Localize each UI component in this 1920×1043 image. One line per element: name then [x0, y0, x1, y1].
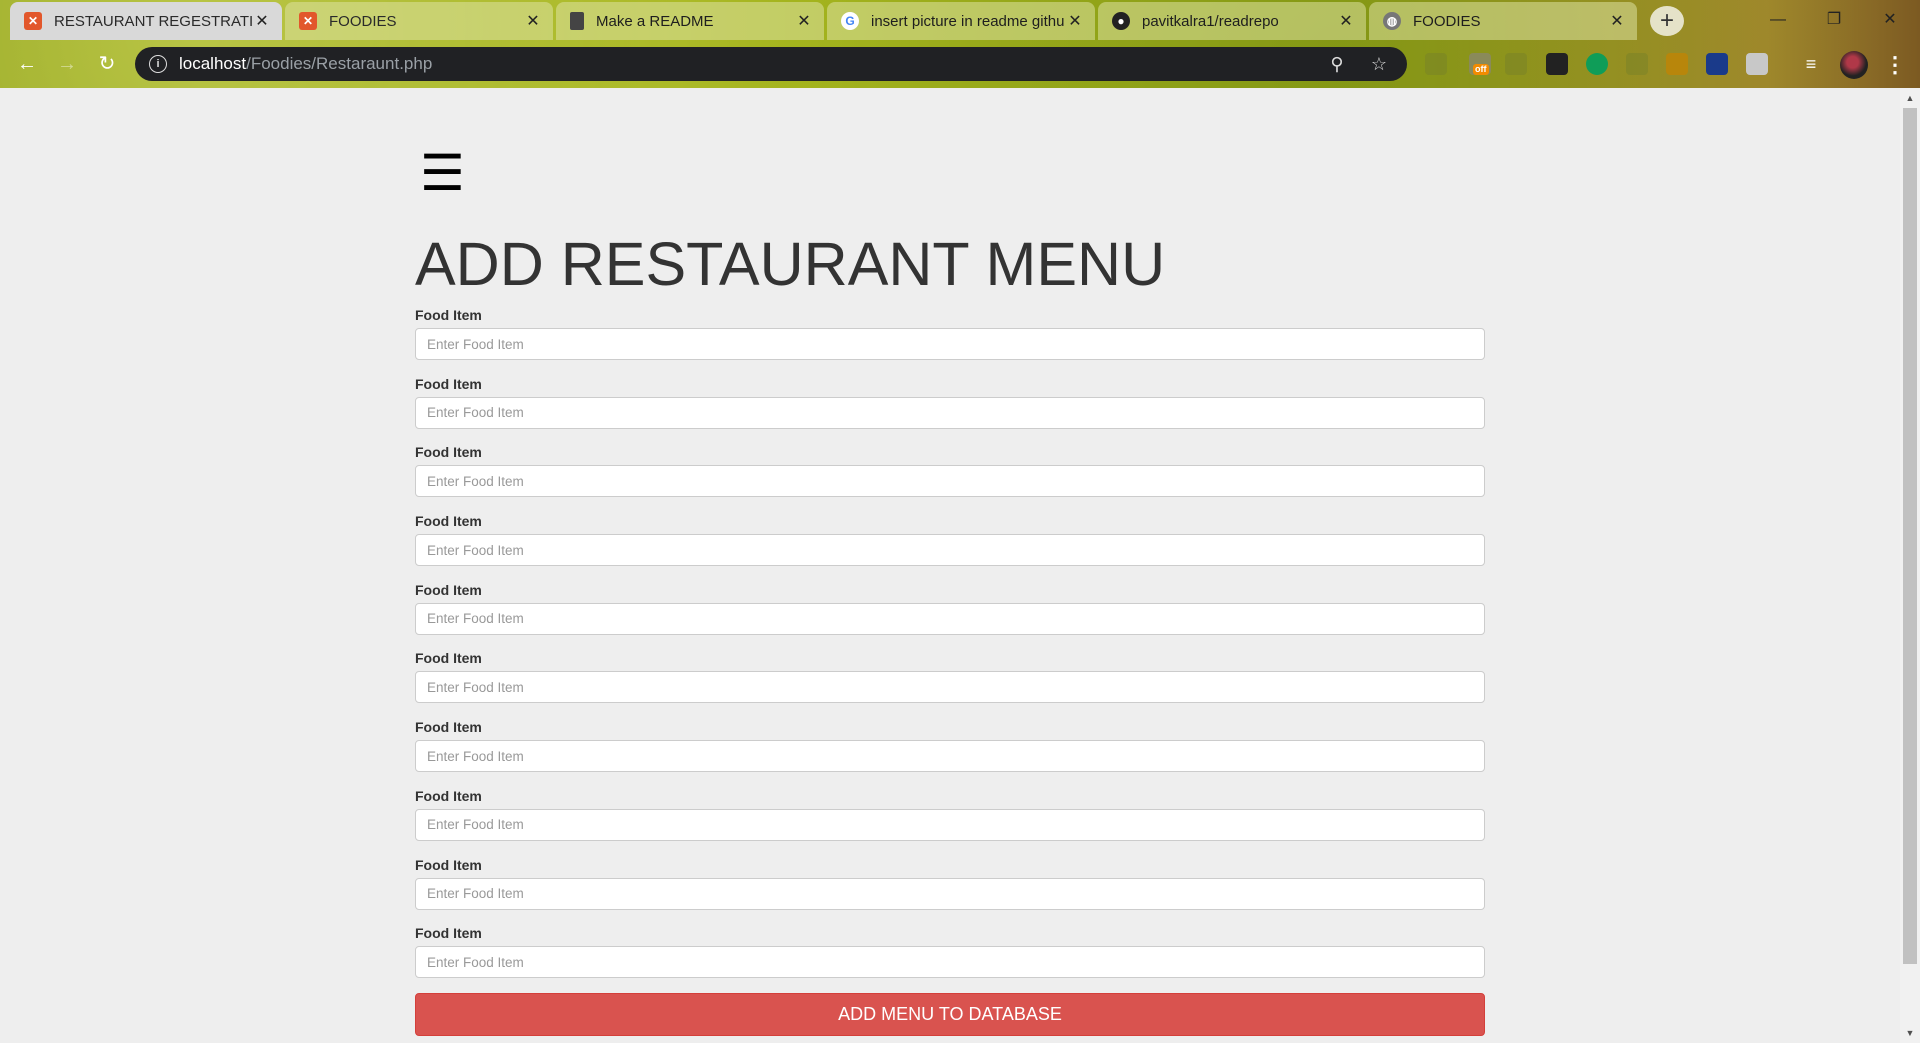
google-icon: G: [841, 12, 859, 30]
tab-insert-picture-readme[interactable]: G insert picture in readme github ✕: [827, 2, 1095, 40]
close-tab-icon[interactable]: ✕: [252, 11, 272, 31]
address-bar[interactable]: i localhost/Foodies/Restaraunt.php ⚲ ☆: [135, 47, 1407, 81]
close-tab-icon[interactable]: ✕: [1336, 11, 1356, 31]
food-item-input[interactable]: [415, 534, 1485, 567]
site-info-icon[interactable]: i: [149, 55, 167, 73]
food-item-label: Food Item: [415, 856, 482, 873]
globe-icon: ◍: [1383, 12, 1401, 30]
extension-icon[interactable]: [1626, 53, 1648, 75]
restore-icon[interactable]: ❐: [1811, 4, 1857, 36]
forward-arrow-icon[interactable]: →: [52, 49, 82, 79]
form-group: Food Item: [415, 922, 1485, 991]
extension-icon[interactable]: [1746, 53, 1768, 75]
tab-restaurant-registration[interactable]: ✕ RESTAURANT REGESTRATION ✕: [10, 2, 282, 40]
close-tab-icon[interactable]: ✕: [1065, 11, 1085, 31]
tab-github-readrepo[interactable]: ● pavitkalra1/readrepo ✕: [1098, 2, 1366, 40]
food-item-input[interactable]: [415, 602, 1485, 635]
github-icon: ●: [1112, 12, 1130, 30]
extension-icon[interactable]: [1425, 53, 1447, 75]
shopping-extension-icon[interactable]: [1586, 53, 1608, 75]
food-item-label: Food Item: [415, 787, 482, 804]
form-group: Food Item: [415, 785, 1485, 854]
extension-icon[interactable]: [1505, 53, 1527, 75]
tab-make-a-readme[interactable]: Make a README ✕: [556, 2, 824, 40]
food-item-input[interactable]: [415, 328, 1485, 360]
form-group: Food Item: [415, 854, 1485, 923]
page-viewport: ☰ ADD RESTAURANT MENU Food Item Food Ite…: [0, 88, 1900, 1043]
extension-icon[interactable]: [1706, 53, 1728, 75]
xampp-icon: ✕: [24, 12, 42, 30]
food-item-label: Food Item: [415, 925, 482, 942]
close-tab-icon[interactable]: ✕: [794, 11, 814, 31]
form-group: Food Item: [415, 716, 1485, 785]
back-arrow-icon[interactable]: ←: [12, 49, 42, 79]
close-tab-icon[interactable]: ✕: [523, 11, 543, 31]
food-item-input[interactable]: [415, 396, 1485, 429]
food-item-input[interactable]: [415, 877, 1485, 910]
minimize-icon[interactable]: —: [1755, 4, 1801, 36]
food-item-label: Food Item: [415, 719, 482, 736]
tab-foodies-2[interactable]: ◍ FOODIES ✕: [1369, 2, 1637, 40]
scroll-up-arrow-icon[interactable]: ▲: [1900, 88, 1920, 108]
form-group: Food Item: [415, 579, 1485, 648]
tab-strip: ✕ RESTAURANT REGESTRATION ✕ ✕ FOODIES ✕ …: [0, 0, 1920, 41]
add-menu-form: Food Item Food Item Food Item Food Item …: [415, 304, 1485, 991]
add-menu-submit-button[interactable]: ADD MENU TO DATABASE: [415, 993, 1485, 1036]
extension-icon[interactable]: [1666, 53, 1688, 75]
form-group: Food Item: [415, 647, 1485, 716]
browser-menu-icon[interactable]: ⋮: [1884, 51, 1906, 79]
food-item-input[interactable]: [415, 671, 1485, 704]
reload-icon[interactable]: ↻: [92, 49, 122, 79]
close-tab-icon[interactable]: ✕: [1607, 11, 1627, 31]
zoom-icon[interactable]: ⚲: [1323, 54, 1351, 75]
xampp-icon: ✕: [299, 12, 317, 30]
hamburger-menu-icon[interactable]: ☰: [420, 148, 465, 198]
document-icon: [570, 12, 584, 30]
browser-chrome: ✕ RESTAURANT REGESTRATION ✕ ✕ FOODIES ✕ …: [0, 0, 1920, 88]
address-url[interactable]: localhost/Foodies/Restaraunt.php: [179, 54, 1323, 74]
tab-foodies[interactable]: ✕ FOODIES ✕: [285, 2, 553, 40]
new-tab-button[interactable]: +: [1650, 6, 1684, 36]
food-item-input[interactable]: [415, 946, 1485, 979]
food-item-input[interactable]: [415, 808, 1485, 841]
extension-icon[interactable]: [1546, 53, 1568, 75]
coupon-extension-icon[interactable]: off: [1469, 53, 1491, 75]
food-item-label: Food Item: [415, 650, 482, 667]
scroll-down-arrow-icon[interactable]: ▼: [1900, 1023, 1920, 1043]
form-group: Food Item: [415, 373, 1485, 442]
scrollbar-thumb[interactable]: [1903, 108, 1917, 964]
page-scrollbar[interactable]: ▲ ▼: [1900, 88, 1920, 1043]
close-window-icon[interactable]: ✕: [1867, 4, 1913, 36]
bookmark-star-icon[interactable]: ☆: [1365, 54, 1393, 75]
browser-toolbar: ← → ↻ i localhost/Foodies/Restaraunt.php…: [0, 41, 1920, 88]
food-item-label: Food Item: [415, 375, 482, 392]
form-group: Food Item: [415, 304, 1485, 373]
food-item-input[interactable]: [415, 465, 1485, 498]
food-item-label: Food Item: [415, 581, 482, 598]
food-item-label: Food Item: [415, 513, 482, 530]
form-group: Food Item: [415, 441, 1485, 510]
food-item-input[interactable]: [415, 740, 1485, 773]
food-item-label: Food Item: [415, 444, 482, 461]
profile-avatar[interactable]: [1840, 51, 1868, 79]
form-group: Food Item: [415, 510, 1485, 579]
page-title: ADD RESTAURANT MENU: [415, 230, 1166, 298]
food-item-label: Food Item: [415, 307, 482, 323]
reading-list-icon[interactable]: ≡: [1800, 53, 1822, 75]
